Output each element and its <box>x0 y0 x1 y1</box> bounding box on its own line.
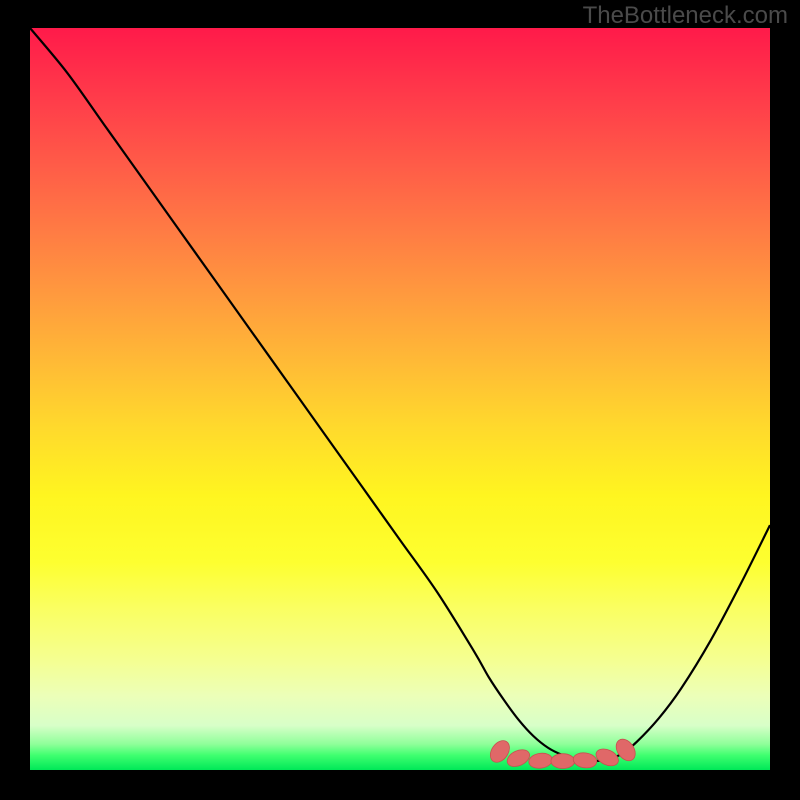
curve-marker <box>551 754 575 769</box>
watermark-text: TheBottleneck.com <box>583 2 788 30</box>
curve-path <box>30 28 770 761</box>
curve-marker <box>528 752 554 770</box>
curve-marker <box>572 751 598 769</box>
chart-container: TheBottleneck.com <box>0 0 800 800</box>
bottleneck-curve <box>30 28 770 770</box>
plot-area <box>30 28 770 770</box>
curve-markers <box>486 736 639 770</box>
